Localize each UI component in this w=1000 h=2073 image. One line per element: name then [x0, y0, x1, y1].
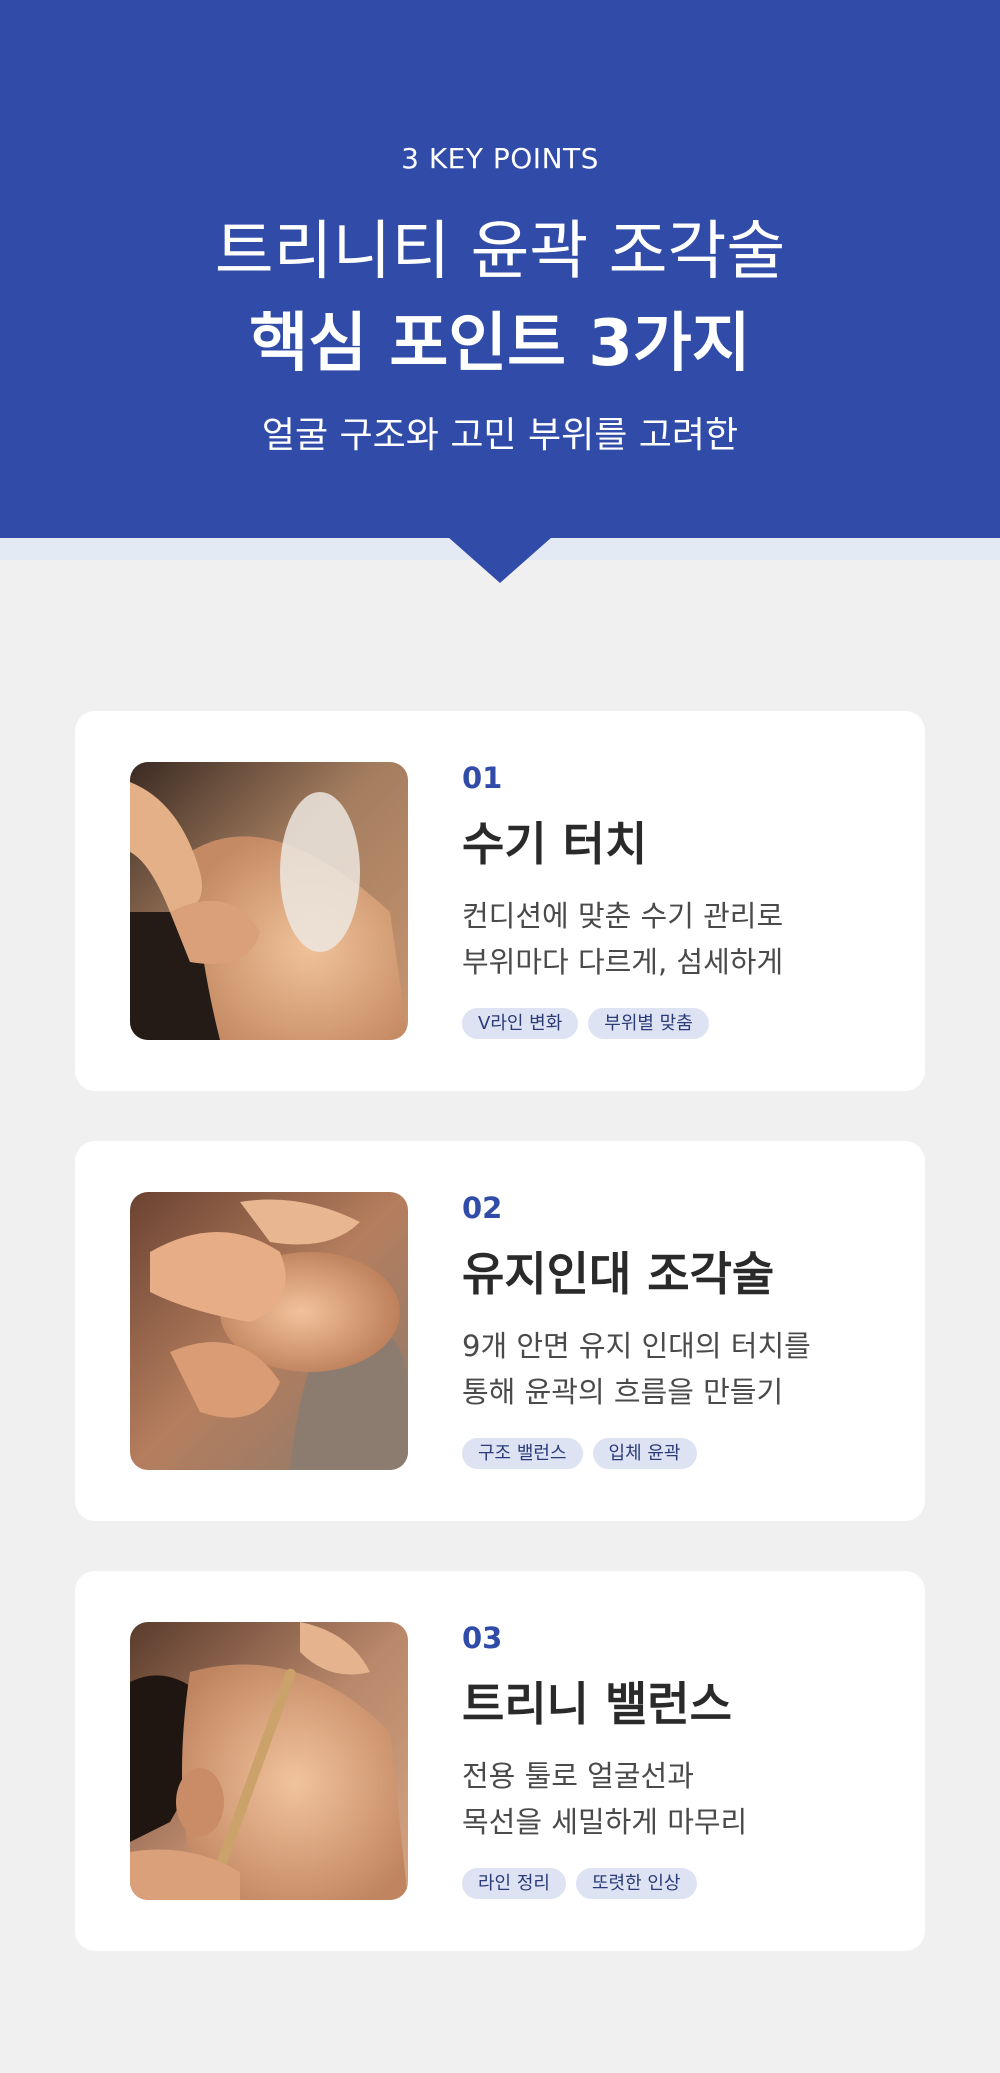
card-number: 01 [462, 761, 503, 795]
card-description: 9개 안면 유지 인대의 터치를 통해 윤곽의 흐름을 만들기 [462, 1323, 922, 1415]
card-number: 02 [462, 1191, 503, 1225]
hero-subtitle: 얼굴 구조와 고민 부위를 고려한 [261, 415, 739, 456]
tag-chip: 라인 정리 [462, 1868, 566, 1899]
card-description-line2: 통해 윤곽의 흐름을 만들기 [462, 1375, 784, 1409]
hero-headline-line1: 트리니티 윤곽 조각술 [214, 215, 786, 289]
card-description: 전용 툴로 얼굴선과 목선을 세밀하게 마무리 [462, 1753, 922, 1845]
card-title: 유지인대 조각술 [462, 1247, 775, 1301]
card-number: 03 [462, 1621, 503, 1655]
card-description-line1: 전용 툴로 얼굴선과 [462, 1759, 694, 1793]
card-description-line2: 목선을 세밀하게 마무리 [462, 1805, 748, 1839]
key-point-card-2: 02 유지인대 조각술 9개 안면 유지 인대의 터치를 통해 윤곽의 흐름을 … [75, 1141, 925, 1521]
tag-chip: 입체 윤곽 [592, 1438, 697, 1469]
tag-chip: 구조 밸런스 [462, 1438, 583, 1469]
hero-banner: 3 KEY POINTS 트리니티 윤곽 조각술 핵심 포인트 3가지 얼굴 구… [0, 0, 1000, 538]
tag-chip: 또렷한 인상 [575, 1868, 697, 1899]
card-description-line1: 9개 안면 유지 인대의 터치를 [462, 1329, 811, 1363]
card-description-line1: 컨디션에 맞춘 수기 관리로 [462, 899, 784, 933]
card-photo-hand-massage [130, 762, 408, 1040]
card-tags: 구조 밸런스 입체 윤곽 [462, 1438, 697, 1469]
card-description-line2: 부위마다 다르게, 섬세하게 [462, 945, 784, 979]
card-photo-ligament-massage [130, 1192, 408, 1470]
card-tags: V라인 변화 부위별 맞춤 [462, 1008, 709, 1039]
down-arrow-icon [448, 537, 552, 583]
card-title: 수기 터치 [462, 817, 648, 871]
key-point-card-1: 01 수기 터치 컨디션에 맞춘 수기 관리로 부위마다 다르게, 섬세하게 V… [75, 711, 925, 1091]
tag-chip: 부위별 맞춤 [588, 1008, 709, 1039]
tag-chip: V라인 변화 [462, 1008, 579, 1039]
hero-headline-line2: 핵심 포인트 3가지 [249, 307, 751, 381]
card-title: 트리니 밸런스 [462, 1677, 732, 1731]
card-tags: 라인 정리 또렷한 인상 [462, 1868, 697, 1899]
key-point-card-3: 03 트리니 밸런스 전용 툴로 얼굴선과 목선을 세밀하게 마무리 라인 정리… [75, 1571, 925, 1951]
hero-kicker: 3 KEY POINTS [401, 142, 599, 175]
card-description: 컨디션에 맞춘 수기 관리로 부위마다 다르게, 섬세하게 [462, 893, 922, 985]
card-photo-tool-massage [130, 1622, 408, 1900]
